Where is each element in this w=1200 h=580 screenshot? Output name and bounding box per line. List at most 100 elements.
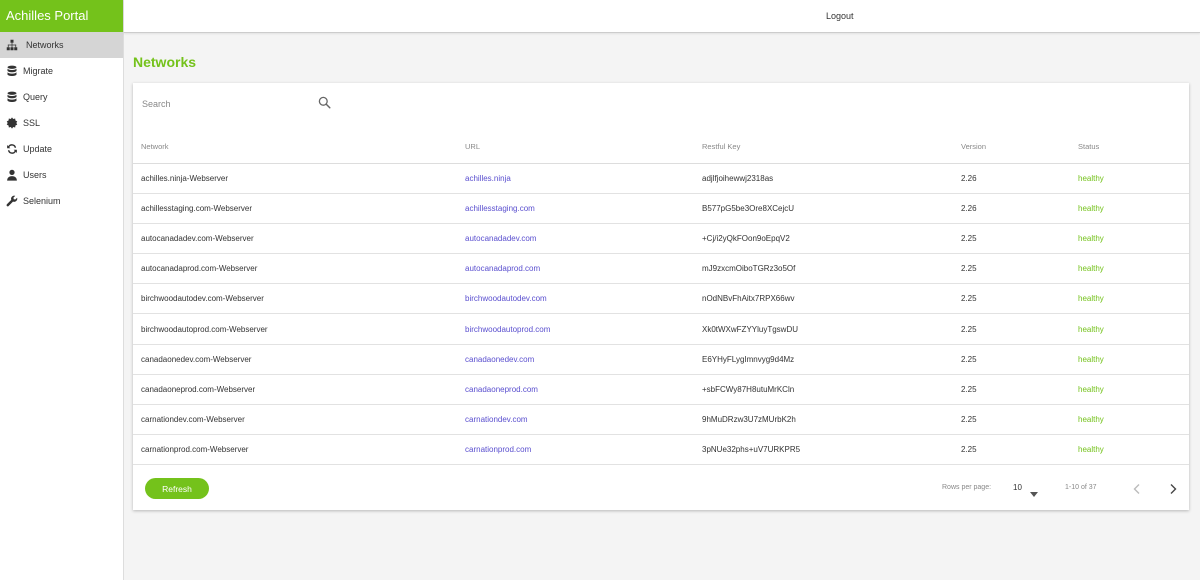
status-cell: healthy: [1078, 404, 1189, 436]
sidebar: Achilles Portal Networks Migrate Query S…: [0, 0, 124, 580]
table-row[interactable]: canadaonedev.com-Webserver canadaonedev.…: [133, 344, 1189, 375]
restful-key-cell: 3pNUe32phs+uV7URKPR5: [702, 434, 961, 466]
caret-down-icon[interactable]: [1030, 485, 1038, 497]
search-icon[interactable]: [318, 96, 331, 109]
status-cell: healthy: [1078, 253, 1189, 285]
logout-button[interactable]: Logout: [826, 0, 854, 33]
table-row[interactable]: canadaoneprod.com-Webserver canadaonepro…: [133, 374, 1189, 406]
wrench-icon: [6, 195, 18, 207]
network-cell: autocanadadev.com-Webserver: [133, 223, 465, 255]
sidebar-item-label: Users: [23, 170, 47, 180]
url-link[interactable]: canadaoneprod.com: [465, 374, 702, 406]
network-cell: canadaonedev.com-Webserver: [133, 344, 465, 375]
status-cell: healthy: [1078, 163, 1189, 194]
refresh-button[interactable]: Refresh: [145, 478, 209, 499]
table-header-row: Network URL Restful Key Version Status: [133, 131, 1189, 164]
column-header-version[interactable]: Version: [961, 131, 1078, 164]
status-cell: healthy: [1078, 193, 1189, 224]
certificate-icon: [6, 117, 18, 129]
url-link[interactable]: autocanadadev.com: [465, 223, 702, 255]
top-bar: Logout: [124, 0, 1200, 33]
app-title: Achilles Portal: [0, 0, 123, 32]
networks-table: Network URL Restful Key Version Status a…: [133, 131, 1189, 466]
restful-key-cell: adjlfjoihewwj2318as: [702, 163, 961, 194]
status-cell: healthy: [1078, 434, 1189, 466]
status-cell: healthy: [1078, 374, 1189, 406]
url-link[interactable]: canadaonedev.com: [465, 344, 702, 375]
column-header-url[interactable]: URL: [465, 131, 702, 164]
restful-key-cell: +sbFCWy87H8utuMrKCln: [702, 374, 961, 406]
table-row[interactable]: achilles.ninja-Webserver achilles.ninja …: [133, 163, 1189, 194]
version-cell: 2.25: [961, 313, 1078, 345]
network-cell: autocanadaprod.com-Webserver: [133, 253, 465, 285]
network-cell: carnationprod.com-Webserver: [133, 434, 465, 466]
sidebar-item-label: Update: [23, 144, 53, 154]
url-link[interactable]: carnationprod.com: [465, 434, 702, 466]
url-link[interactable]: autocanadaprod.com: [465, 253, 702, 285]
status-cell: healthy: [1078, 344, 1189, 375]
status-cell: healthy: [1078, 283, 1189, 315]
table-row[interactable]: autocanadadev.com-Webserver autocanadade…: [133, 223, 1189, 255]
table-row[interactable]: birchwoodautoprod.com-Webserver birchwoo…: [133, 313, 1189, 345]
restful-key-cell: mJ9zxcmOiboTGRz3o5Of: [702, 253, 961, 285]
status-cell: healthy: [1078, 313, 1189, 345]
url-link[interactable]: achillesstaging.com: [465, 193, 702, 224]
sidebar-item-label: SSL: [23, 118, 41, 128]
network-cell: carnationdev.com-Webserver: [133, 404, 465, 436]
chevron-right-icon[interactable]: [1168, 482, 1178, 494]
sidebar-item-label: Query: [23, 92, 48, 102]
sidebar-item-ssl[interactable]: SSL: [0, 110, 123, 136]
pagination-range: 1-10 of 37: [1065, 484, 1097, 491]
sidebar-item-networks[interactable]: Networks: [0, 32, 123, 58]
restful-key-cell: +Cj/i2yQkFOon9oEpqV2: [702, 223, 961, 255]
sidebar-item-selenium[interactable]: Selenium: [0, 188, 123, 214]
version-cell: 2.25: [961, 344, 1078, 375]
sidebar-item-users[interactable]: Users: [0, 162, 123, 188]
sidebar-item-query[interactable]: Query: [0, 84, 123, 110]
network-cell: birchwoodautoprod.com-Webserver: [133, 313, 465, 345]
database-icon: [6, 65, 18, 77]
version-cell: 2.25: [961, 404, 1078, 436]
url-link[interactable]: birchwoodautodev.com: [465, 283, 702, 315]
table-row[interactable]: carnationdev.com-Webserver carnationdev.…: [133, 404, 1189, 436]
user-icon: [6, 169, 18, 181]
version-cell: 2.25: [961, 374, 1078, 406]
version-cell: 2.26: [961, 163, 1078, 194]
network-cell: canadaoneprod.com-Webserver: [133, 374, 465, 406]
url-link[interactable]: achilles.ninja: [465, 163, 702, 194]
rows-per-page-select[interactable]: 10: [1013, 483, 1022, 492]
table-row[interactable]: achillesstaging.com-Webserver achillesst…: [133, 193, 1189, 224]
chevron-left-icon[interactable]: [1132, 482, 1142, 494]
networks-card: Network URL Restful Key Version Status a…: [133, 83, 1189, 510]
sidebar-nav: Networks Migrate Query SSL Update Users …: [0, 32, 123, 214]
table-row[interactable]: autocanadaprod.com-Webserver autocanadap…: [133, 253, 1189, 285]
version-cell: 2.25: [961, 283, 1078, 315]
network-cell: achillesstaging.com-Webserver: [133, 193, 465, 224]
restful-key-cell: B577pG5be3Ore8XCejcU: [702, 193, 961, 224]
status-cell: healthy: [1078, 223, 1189, 255]
sitemap-icon: [6, 39, 18, 51]
database-icon: [6, 91, 18, 103]
column-header-status[interactable]: Status: [1078, 131, 1189, 164]
table-row[interactable]: carnationprod.com-Webserver carnationpro…: [133, 434, 1189, 466]
rows-per-page-label: Rows per page:: [942, 484, 992, 491]
url-link[interactable]: carnationdev.com: [465, 404, 702, 436]
table-body: achilles.ninja-Webserver achilles.ninja …: [133, 163, 1189, 466]
network-cell: achilles.ninja-Webserver: [133, 163, 465, 194]
sidebar-item-label: Migrate: [23, 66, 54, 76]
restful-key-cell: E6YHyFLygImnvyg9d4Mz: [702, 344, 961, 375]
restful-key-cell: nOdNBvFhAitx7RPX66wv: [702, 283, 961, 315]
sidebar-item-label: Selenium: [23, 196, 61, 206]
version-cell: 2.26: [961, 193, 1078, 224]
table-row[interactable]: birchwoodautodev.com-Webserver birchwood…: [133, 283, 1189, 315]
column-header-network[interactable]: Network: [133, 131, 465, 164]
sync-icon: [6, 143, 18, 155]
network-cell: birchwoodautodev.com-Webserver: [133, 283, 465, 315]
search-input[interactable]: [142, 97, 332, 111]
sidebar-item-migrate[interactable]: Migrate: [0, 58, 123, 84]
version-cell: 2.25: [961, 223, 1078, 255]
column-header-restful-key[interactable]: Restful Key: [702, 131, 961, 164]
restful-key-cell: Xk0tWXwFZYYluyTgswDU: [702, 313, 961, 345]
sidebar-item-update[interactable]: Update: [0, 136, 123, 162]
url-link[interactable]: birchwoodautoprod.com: [465, 313, 702, 345]
